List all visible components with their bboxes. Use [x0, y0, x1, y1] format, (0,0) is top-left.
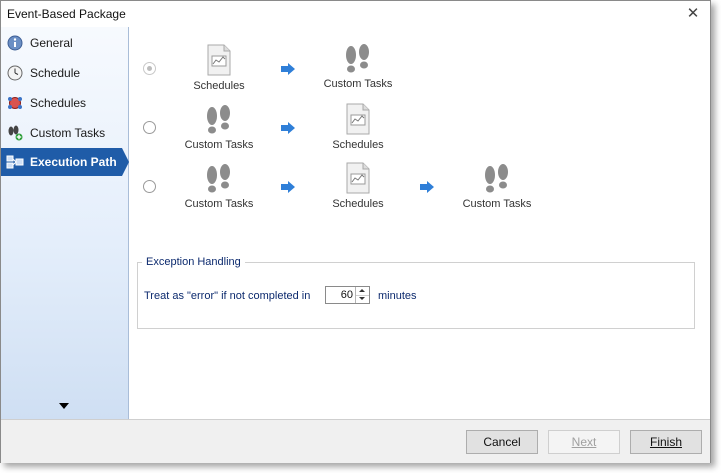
- footsteps-icon: [207, 105, 230, 134]
- sidebar-item-schedule[interactable]: Schedule: [1, 59, 128, 87]
- step-label: Custom Tasks: [323, 78, 393, 90]
- group-legend: Exception Handling: [142, 256, 245, 268]
- sidebar-item-label: Custom Tasks: [30, 126, 106, 140]
- dialog-window: Event-Based Package ✕ General Schedule S…: [0, 0, 711, 463]
- sidebar-item-execution-path[interactable]: Execution Path: [1, 148, 129, 176]
- path-1-step-2: Custom Tasks: [308, 44, 408, 90]
- treat-as-error-label: Treat as "error" if not completed in: [144, 290, 311, 302]
- window-title: Event-Based Package: [7, 7, 126, 21]
- step-label: Custom Tasks: [184, 198, 254, 210]
- path-1-step-1: Schedules: [169, 44, 269, 92]
- sidebar-scroll-down-icon[interactable]: [59, 403, 69, 409]
- footsteps-add-icon: [6, 124, 24, 142]
- sidebar-item-schedules[interactable]: Schedules: [1, 89, 128, 117]
- sidebar-item-general[interactable]: General: [1, 29, 128, 57]
- clock-icon: [6, 64, 24, 82]
- step-label: Custom Tasks: [462, 198, 532, 210]
- sidebar-item-custom-tasks[interactable]: Custom Tasks: [1, 119, 128, 147]
- flow-icon: [6, 153, 24, 171]
- title-bar: Event-Based Package ✕: [1, 1, 710, 27]
- content-panel: Schedules Custom Tasks Custom Tasks Sche…: [129, 27, 710, 419]
- exception-handling-group: Exception Handling Treat as "error" if n…: [137, 256, 695, 329]
- finish-button-label: Finish: [649, 435, 682, 449]
- arrow-right-icon: [281, 63, 295, 75]
- path-3-step-2: Schedules: [308, 162, 408, 210]
- schedule-document-icon: [346, 103, 370, 135]
- sidebar-item-label: Schedule: [30, 66, 81, 80]
- path-3-step-1: Custom Tasks: [169, 164, 269, 210]
- path-option-3-radio[interactable]: [143, 180, 156, 193]
- schedule-document-icon: [346, 162, 370, 194]
- footer-bar: Cancel Next Finish: [1, 419, 710, 463]
- path-2-step-1: Custom Tasks: [169, 105, 269, 151]
- arrow-right-icon: [281, 181, 295, 193]
- footsteps-icon: [346, 44, 369, 73]
- sidebar-item-label: General: [30, 36, 73, 50]
- next-button-label: Next: [571, 435, 597, 449]
- close-button[interactable]: ✕: [684, 5, 702, 23]
- finish-button[interactable]: Finish: [630, 430, 702, 454]
- active-item-pointer: [122, 148, 129, 176]
- path-option-2-radio[interactable]: [143, 121, 156, 134]
- step-label: Schedules: [193, 80, 245, 92]
- sidebar-item-label: Schedules: [30, 96, 87, 110]
- schedules-icon: [6, 94, 24, 112]
- minutes-label: minutes: [378, 290, 417, 302]
- info-icon: [6, 34, 24, 52]
- sidebar: General Schedule Schedules Custom Tasks …: [1, 27, 129, 419]
- minutes-value[interactable]: 60: [341, 289, 353, 301]
- stepper-down-icon[interactable]: [356, 295, 369, 303]
- step-label: Custom Tasks: [184, 139, 254, 151]
- path-3-step-3: Custom Tasks: [447, 164, 547, 210]
- arrow-right-icon: [281, 122, 295, 134]
- sidebar-item-label: Execution Path: [30, 155, 117, 169]
- step-label: Schedules: [332, 198, 384, 210]
- next-button[interactable]: Next: [548, 430, 620, 454]
- arrow-right-icon: [420, 181, 434, 193]
- stepper-buttons: [355, 287, 369, 303]
- footsteps-icon: [485, 164, 508, 193]
- step-label: Schedules: [332, 139, 384, 151]
- cancel-button[interactable]: Cancel: [466, 430, 538, 454]
- schedule-document-icon: [207, 44, 231, 76]
- path-2-step-2: Schedules: [308, 103, 408, 151]
- footsteps-icon: [207, 164, 230, 193]
- path-option-1-radio[interactable]: [143, 62, 156, 75]
- minutes-stepper[interactable]: 60: [325, 286, 370, 304]
